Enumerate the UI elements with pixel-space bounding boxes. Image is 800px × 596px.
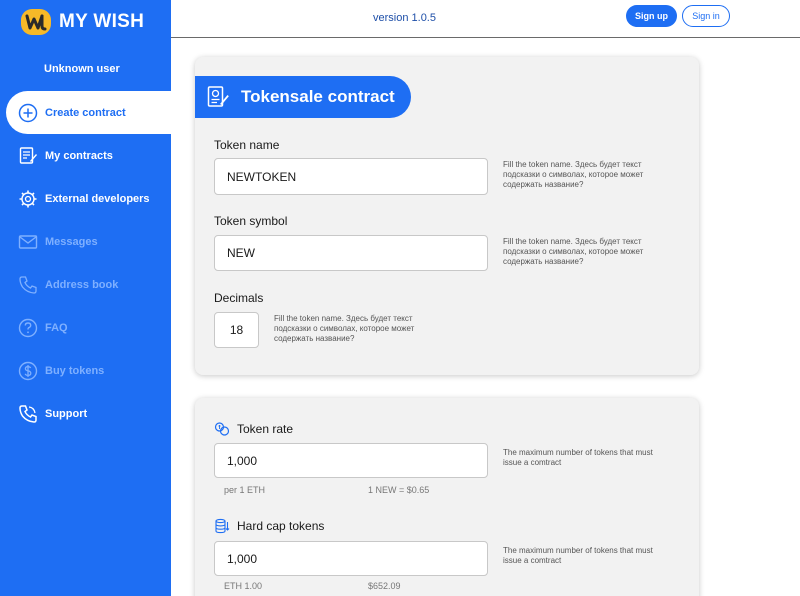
token-rate-heading: Token rate xyxy=(214,421,293,437)
sidebar-item-label: Buy tokens xyxy=(45,364,105,377)
hard-cap-usd: $652.09 xyxy=(368,581,401,591)
support-phone-icon xyxy=(18,404,38,424)
hard-cap-eth: ETH 1.00 xyxy=(224,581,263,591)
sidebar: MY WISH Unknown user Create contract My … xyxy=(0,0,171,596)
logo[interactable]: MY WISH xyxy=(20,8,144,36)
dollar-icon xyxy=(18,361,38,381)
token-name-hint: Fill the token name. Здесь будет текст п… xyxy=(503,160,644,189)
sidebar-item-label: Support xyxy=(45,407,88,420)
sidebar-item-create-contract[interactable]: Create contract xyxy=(6,91,171,134)
top-bar: version 1.0.5 Sign up Sign in xyxy=(171,0,800,38)
hard-cap-hint: The maximum number of tokens that must i… xyxy=(503,546,653,565)
sidebar-item-label: Address book xyxy=(45,278,119,291)
sidebar-item-faq[interactable]: FAQ xyxy=(0,306,171,349)
decimals-hint: Fill the token name. Здесь будет текст п… xyxy=(274,314,415,343)
token-name-label: Token name xyxy=(214,138,280,152)
token-rate-per-eth: per 1 ETH xyxy=(224,485,266,495)
version-label: version 1.0.5 xyxy=(373,12,436,24)
sidebar-item-messages[interactable]: Messages xyxy=(0,220,171,263)
sign-up-button[interactable]: Sign up xyxy=(626,5,677,27)
tokensale-card: Tokensale contract Token name NEWTOKEN F… xyxy=(195,57,699,375)
contract-icon xyxy=(18,146,38,166)
sidebar-item-buy-tokens[interactable]: Buy tokens xyxy=(0,349,171,392)
contract-icon xyxy=(207,86,229,107)
token-name-input[interactable]: NEWTOKEN xyxy=(214,158,488,195)
token-symbol-hint: Fill the token name. Здесь будет текст п… xyxy=(503,237,644,266)
decimals-input[interactable]: 18 xyxy=(214,312,259,348)
hard-cap-label: Hard cap tokens xyxy=(237,519,325,533)
hard-cap-heading: Hard cap tokens xyxy=(214,518,324,534)
plus-circle-icon xyxy=(18,103,38,123)
sidebar-nav: Create contract My contracts External de… xyxy=(0,91,171,435)
sidebar-item-label: My contracts xyxy=(45,149,113,162)
sidebar-item-address-book[interactable]: Address book xyxy=(0,263,171,306)
sidebar-item-label: External developers xyxy=(45,192,150,205)
token-rate-label: Token rate xyxy=(237,422,294,436)
token-symbol-label: Token symbol xyxy=(214,214,288,228)
hard-cap-input[interactable]: 1,000 xyxy=(214,541,488,576)
token-symbol-input[interactable]: NEW xyxy=(214,235,488,271)
token-rate-usd: 1 NEW = $0.65 xyxy=(368,485,430,495)
logo-icon xyxy=(21,9,51,35)
decimals-label: Decimals xyxy=(214,291,264,305)
token-rate-input[interactable]: 1,000 xyxy=(214,443,488,478)
sign-in-button[interactable]: Sign in xyxy=(682,5,730,27)
sidebar-item-my-contracts[interactable]: My contracts xyxy=(0,134,171,177)
sidebar-item-support[interactable]: Support xyxy=(0,392,171,435)
gear-icon xyxy=(18,189,38,209)
sidebar-item-label: Messages xyxy=(45,235,98,248)
sidebar-item-external-developers[interactable]: External developers xyxy=(0,177,171,220)
coins-stack-icon xyxy=(215,518,230,534)
exchange-icon xyxy=(214,422,230,436)
token-rate-hint: The maximum number of tokens that must i… xyxy=(503,448,653,467)
card-header: Tokensale contract xyxy=(195,76,411,118)
sidebar-item-label: FAQ xyxy=(45,321,68,334)
mail-icon xyxy=(18,232,38,252)
rates-card: Token rate 1,000 The maximum number of t… xyxy=(195,398,699,596)
page-title: Tokensale contract xyxy=(241,87,395,106)
logo-text: MY WISH xyxy=(59,11,145,32)
user-name: Unknown user xyxy=(44,63,120,75)
sidebar-item-label: Create contract xyxy=(45,106,126,119)
phone-icon xyxy=(18,275,38,295)
question-icon xyxy=(18,318,38,338)
